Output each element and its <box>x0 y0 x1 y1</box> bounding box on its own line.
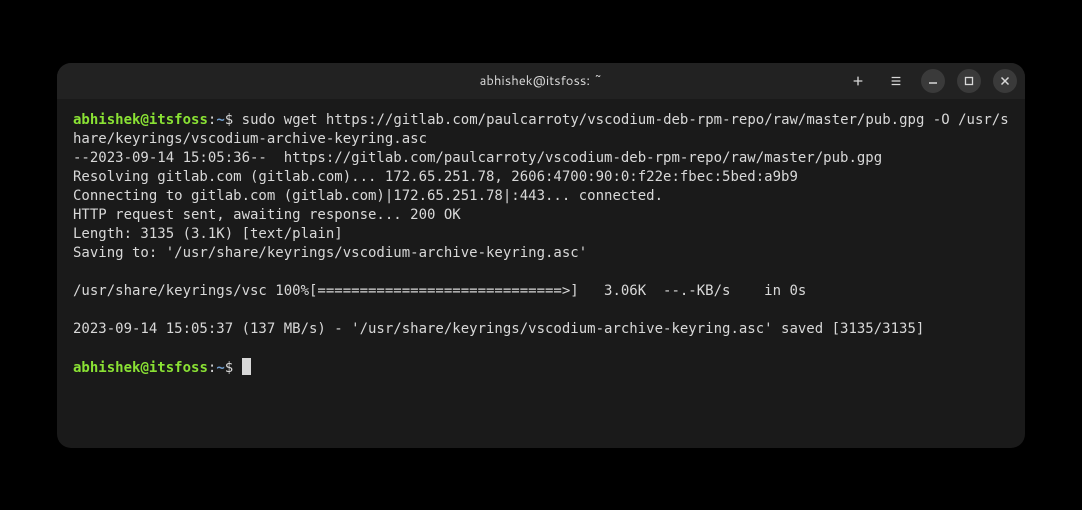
terminal-window: abhishek@itsfoss: ~ <box>57 63 1025 448</box>
output-line: Connecting to gitlab.com (gitlab.com)|17… <box>73 188 663 204</box>
hamburger-menu-button[interactable] <box>883 68 909 94</box>
prompt-at: @ <box>140 360 148 376</box>
prompt-user: abhishek <box>73 112 140 128</box>
prompt-dollar: $ <box>225 360 233 376</box>
output-line: Saving to: '/usr/share/keyrings/vscodium… <box>73 245 587 261</box>
title-bar: abhishek@itsfoss: ~ <box>57 63 1025 99</box>
prompt-path: ~ <box>216 112 224 128</box>
cursor <box>242 358 251 375</box>
prompt-user: abhishek <box>73 360 140 376</box>
minimize-button[interactable] <box>921 69 945 93</box>
prompt-host: itsfoss <box>149 112 208 128</box>
output-line: 2023-09-14 15:05:37 (137 MB/s) - '/usr/s… <box>73 321 924 337</box>
output-line: /usr/share/keyrings/vsc 100%[===========… <box>73 283 806 299</box>
prompt-dollar: $ <box>225 112 233 128</box>
close-button[interactable] <box>993 69 1017 93</box>
output-line: HTTP request sent, awaiting response... … <box>73 207 461 223</box>
maximize-button[interactable] <box>957 69 981 93</box>
output-line: Resolving gitlab.com (gitlab.com)... 172… <box>73 169 798 185</box>
prompt-path: ~ <box>216 360 224 376</box>
prompt-at: @ <box>140 112 148 128</box>
output-line: Length: 3135 (3.1K) [text/plain] <box>73 226 343 242</box>
new-tab-button[interactable] <box>845 68 871 94</box>
window-controls <box>845 68 1017 94</box>
terminal-body[interactable]: abhishek@itsfoss:~$ sudo wget https://gi… <box>57 99 1025 448</box>
window-title: abhishek@itsfoss: ~ <box>480 72 603 90</box>
prompt-host: itsfoss <box>149 360 208 376</box>
output-line: --2023-09-14 15:05:36-- https://gitlab.c… <box>73 150 882 166</box>
